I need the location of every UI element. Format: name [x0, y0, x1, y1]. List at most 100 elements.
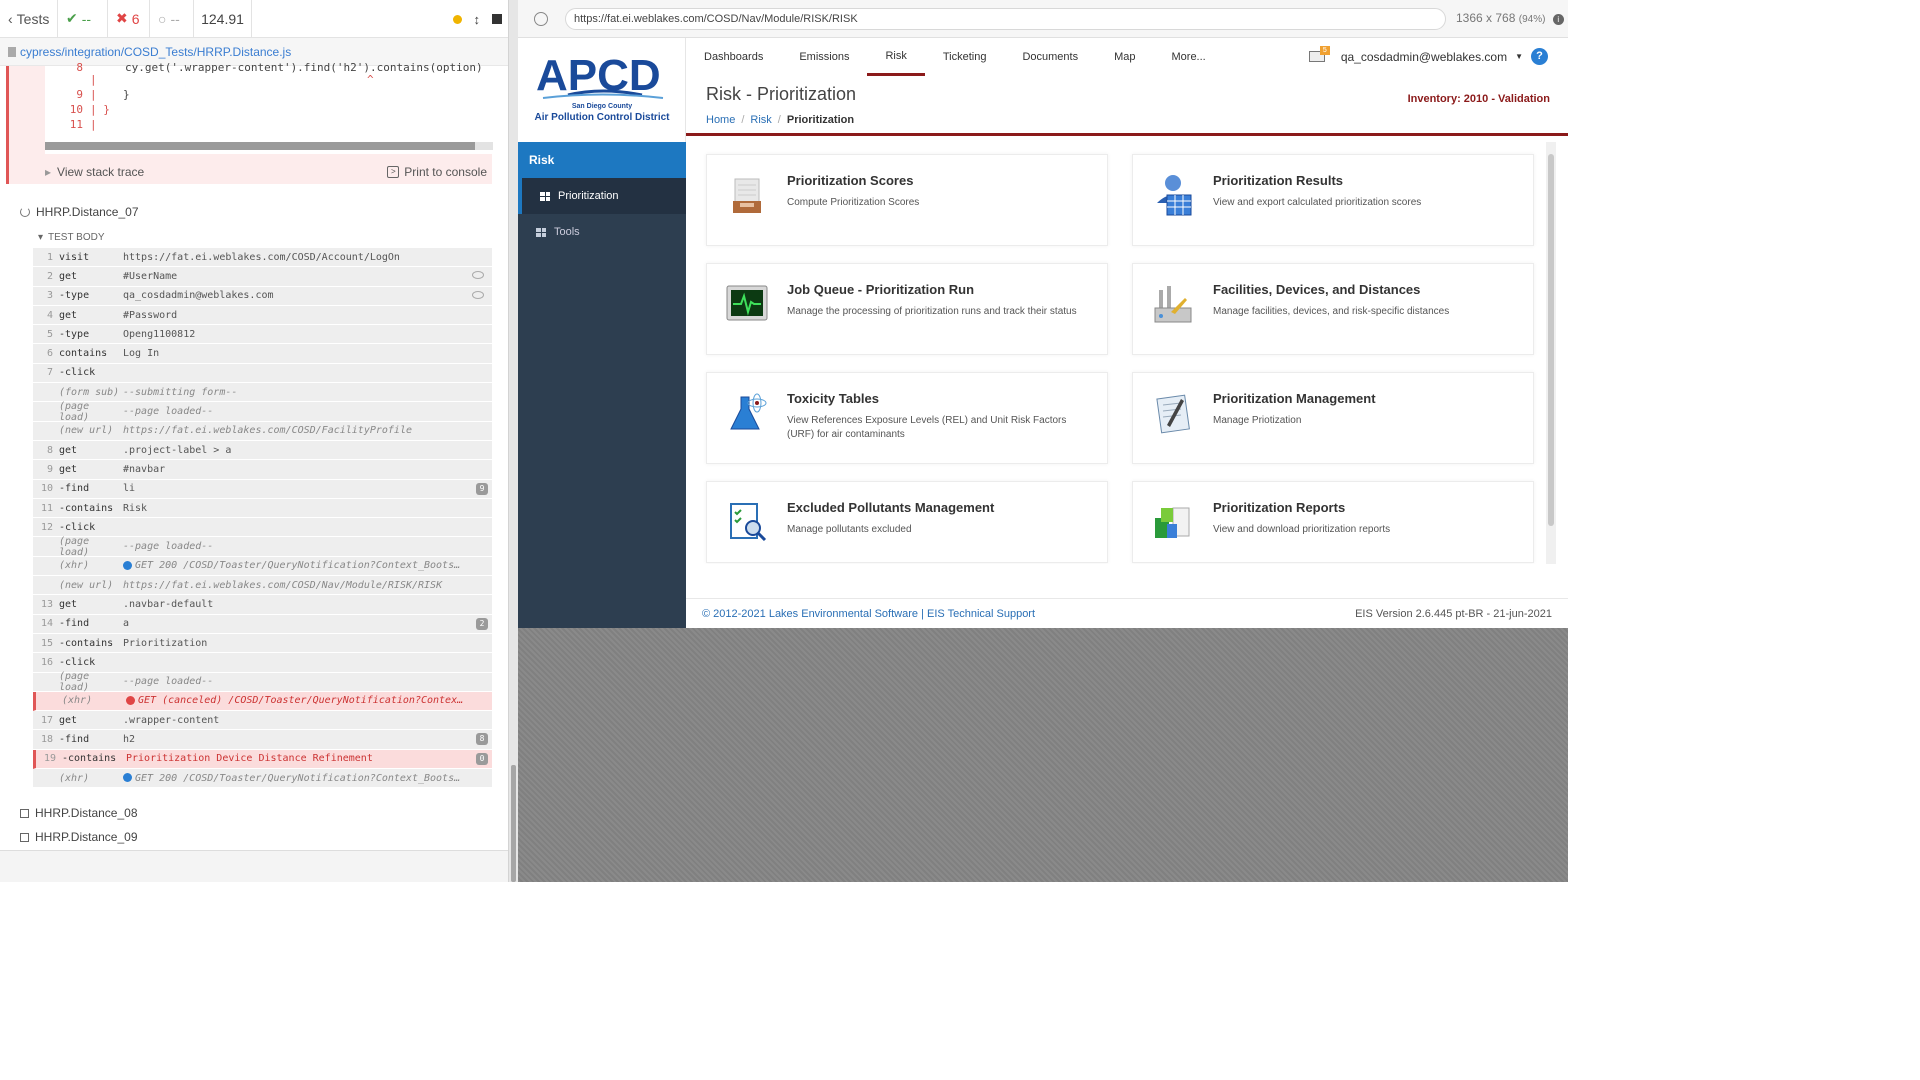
command-row[interactable]: (page load) --page loaded--	[33, 536, 492, 558]
view-stack-trace-button[interactable]: View stack trace	[57, 165, 144, 179]
nav-map[interactable]: Map	[1096, 38, 1153, 76]
command-row[interactable]: (xhr) GET 200 /COSD/Toaster/QueryNotifica…	[33, 556, 492, 577]
command-row[interactable]: 6 contains Log In	[33, 344, 492, 364]
command-row[interactable]: (xhr) GET 200 /COSD/Toaster/QueryNotifica…	[33, 769, 492, 789]
nav-dashboards[interactable]: Dashboards	[686, 38, 781, 76]
content-scrollbar[interactable]	[1546, 142, 1556, 564]
command-row[interactable]: 17 get .wrapper-content	[33, 711, 492, 731]
breadcrumb-risk[interactable]: Risk	[750, 114, 771, 126]
xhr-status-icon	[126, 695, 135, 705]
test-item-running[interactable]: HHRP.Distance_07	[20, 205, 139, 219]
monitor-pulse-icon	[726, 285, 768, 321]
card-prioritization-reports[interactable]: Prioritization Reports View and download…	[1132, 481, 1534, 563]
card-toxicity-tables[interactable]: Toxicity Tables View References Exposure…	[706, 372, 1108, 464]
print-to-console-button[interactable]: > Print to console	[387, 162, 487, 182]
mail-icon[interactable]: 5	[1308, 46, 1330, 62]
code-scrollbar[interactable]	[45, 142, 493, 150]
autoscroll-toggle-icon[interactable]: ↕	[474, 12, 481, 27]
command-row[interactable]: 10 -find li 9	[33, 479, 492, 499]
version-text: EIS Version 2.6.445 pt-BR - 21-jun-2021	[1355, 608, 1552, 620]
sidebar-item-tools[interactable]: Tools	[518, 214, 686, 250]
svg-text:San Diego County: San Diego County	[572, 103, 632, 110]
aut-header: https://fat.ei.weblakes.com/COSD/Nav/Mod…	[518, 0, 1568, 38]
nav-emissions[interactable]: Emissions	[781, 38, 867, 76]
caret-right-icon: ▸	[45, 165, 52, 179]
test-item[interactable]: HHRP.Distance_08	[20, 806, 138, 820]
checkbox-icon	[20, 808, 29, 818]
command-row[interactable]: 12 -click	[33, 518, 492, 538]
factory-icon	[1154, 286, 1192, 323]
command-row[interactable]: 3 -type qa_cosdadmin@weblakes.com	[33, 286, 492, 306]
command-row[interactable]: 9 get #navbar	[33, 460, 492, 480]
nav-more[interactable]: More...	[1154, 38, 1224, 76]
checkbox-icon	[20, 832, 29, 842]
caret-down-icon[interactable]: ▼	[1515, 52, 1523, 61]
nav-ticketing[interactable]: Ticketing	[925, 38, 1005, 76]
card-excluded-pollutants[interactable]: Excluded Pollutants Management Manage po…	[706, 481, 1108, 563]
panel-splitter[interactable]	[508, 0, 518, 882]
command-row[interactable]: 4 get #Password	[33, 305, 492, 326]
module-cards: Prioritization Scores Compute Prioritiza…	[686, 139, 1556, 564]
command-row[interactable]: 1 visit https://fat.ei.weblakes.com/COSD/A…	[33, 248, 492, 268]
breadcrumb: Home / Risk / Prioritization	[706, 114, 855, 126]
element-count-badge: 8	[476, 733, 488, 746]
aut-background	[518, 628, 1568, 882]
command-row[interactable]: (page load) --page loaded--	[33, 671, 492, 693]
element-count-badge: 9	[476, 482, 488, 495]
logo-text: APCD	[536, 51, 661, 100]
cypress-reporter: ‹ Tests ✔ -- ✖ 6 ○ -- 124.91 ↕ cypress/i…	[0, 0, 510, 882]
reporter-scrollbar[interactable]	[511, 765, 516, 882]
command-row[interactable]: 8 get .project-label > a	[33, 440, 492, 461]
tests-back-button[interactable]: ‹ Tests	[0, 0, 58, 38]
duration: 124.91	[194, 0, 252, 38]
support-link[interactable]: EIS Technical Support	[927, 608, 1035, 620]
test-item[interactable]: HHRP.Distance_09	[20, 830, 138, 844]
breadcrumb-current: Prioritization	[786, 114, 855, 126]
eye-slash-icon	[472, 290, 484, 299]
selector-playground-icon[interactable]	[534, 12, 548, 26]
command-row[interactable]: (new url) https://fat.ei.weblakes.com/COS…	[33, 576, 492, 596]
user-menu[interactable]: qa_cosdadmin@weblakes.com	[1341, 50, 1507, 64]
xhr-status-icon	[123, 560, 132, 570]
nav-documents[interactable]: Documents	[1004, 38, 1096, 76]
command-row[interactable]: (new url) https://fat.ei.weblakes.com/COS…	[33, 421, 492, 441]
command-row[interactable]: 2 get #UserName	[33, 267, 492, 287]
sidebar-item-prioritization[interactable]: Prioritization	[518, 178, 686, 214]
command-row[interactable]: 13 get .navbar-default	[33, 595, 492, 615]
command-row[interactable]: (form sub) --submitting form--	[33, 383, 492, 403]
sidebar-head[interactable]: Risk	[518, 142, 686, 178]
copyright-link[interactable]: © 2012-2021 Lakes Environmental Software	[702, 608, 918, 620]
command-row[interactable]: 14 -find a 2	[33, 614, 492, 634]
nav-risk[interactable]: Risk	[867, 38, 925, 76]
card-prioritization-results[interactable]: Prioritization Results View and export c…	[1132, 154, 1534, 246]
help-icon[interactable]: ?	[1531, 48, 1548, 65]
card-prioritization-management[interactable]: Prioritization Management Manage Priotiz…	[1132, 372, 1534, 464]
card-facilities-devices-distances[interactable]: Facilities, Devices, and Distances Manag…	[1132, 263, 1534, 355]
card-job-queue[interactable]: Job Queue - Prioritization Run Manage th…	[706, 263, 1108, 355]
apcd-logo[interactable]: APCD San Diego County Air Pollution Cont…	[518, 38, 686, 142]
file-icon	[8, 46, 16, 57]
inventory-label[interactable]: Inventory: 2010 - Validation	[1408, 93, 1550, 105]
reporter-footer	[0, 850, 510, 882]
app-footer: © 2012-2021 Lakes Environmental Software…	[686, 598, 1568, 628]
command-row[interactable]: (page load) --page loaded--	[33, 401, 492, 423]
error-block: 8 cy.get('.wrapper-content').find('h2').…	[6, 61, 493, 184]
caret-down-icon: ▾	[38, 232, 44, 243]
command-row[interactable]: 19 -contains Prioritization Device Distanc…	[33, 749, 492, 770]
stop-button[interactable]	[492, 14, 502, 24]
command-row[interactable]: 18 -find h2 8	[33, 730, 492, 750]
command-row[interactable]: (xhr) GET (canceled) /COSD/Toaster/QueryN…	[33, 691, 492, 712]
aut-url[interactable]: https://fat.ei.weblakes.com/COSD/Nav/Mod…	[565, 8, 1446, 30]
spinner-icon	[20, 207, 30, 217]
card-prioritization-scores[interactable]: Prioritization Scores Compute Prioritiza…	[706, 154, 1108, 246]
command-row[interactable]: 5 -type Openg1100812	[33, 325, 492, 345]
info-icon[interactable]: i	[1552, 14, 1564, 25]
command-row[interactable]: 16 -click	[33, 653, 492, 673]
test-body-header[interactable]: ▾ TEST BODY	[38, 232, 105, 243]
command-row[interactable]: 15 -contains Prioritization	[33, 633, 492, 654]
breadcrumb-home[interactable]: Home	[706, 114, 735, 126]
command-row[interactable]: 7 -click	[33, 363, 492, 384]
inbox-tray-icon	[733, 178, 761, 213]
document-pen-icon	[1156, 394, 1190, 434]
command-row[interactable]: 11 -contains Risk	[33, 498, 492, 519]
